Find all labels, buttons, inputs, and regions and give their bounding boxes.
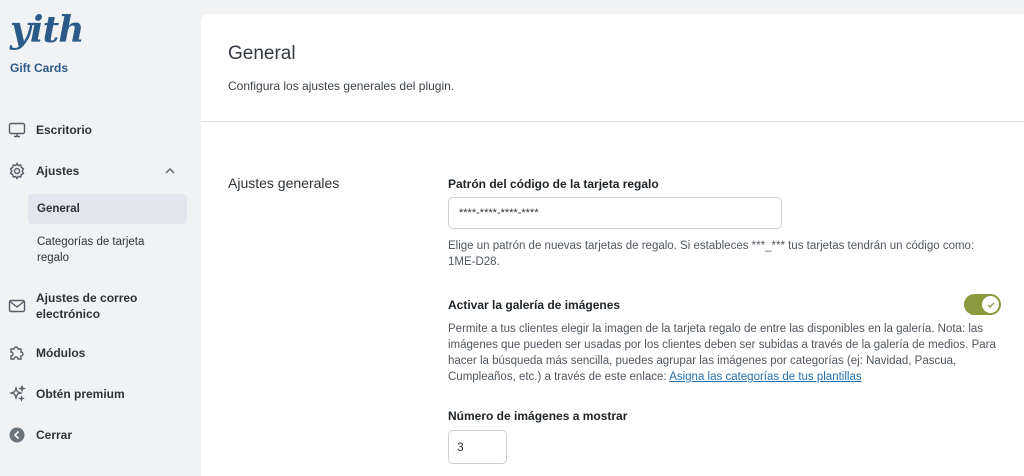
assign-categories-link[interactable]: Asigna las categorías de tus plantillas (669, 371, 861, 383)
sidebar-item-escritorio[interactable]: Escritorio (0, 121, 200, 139)
sidebar-item-label: Ajustes (36, 164, 80, 178)
section-title: Ajustes generales (228, 175, 340, 191)
sidebar-item-correo[interactable]: Ajustes de correo electrónico (0, 290, 200, 322)
submenu-item-label: General (37, 203, 80, 215)
page-subtitle: Configura los ajustes generales del plug… (228, 79, 455, 93)
sidebar-item-premium[interactable]: Obtén premium (0, 385, 200, 403)
logo-text: yith (10, 9, 84, 51)
sidebar-item-ajustes[interactable]: Ajustes (0, 162, 200, 180)
submenu-item-label: Categorías de tarjeta regalo (37, 236, 145, 264)
puzzle-icon (8, 344, 26, 362)
check-icon (987, 301, 994, 308)
gallery-toggle[interactable] (964, 294, 1001, 315)
sidebar-item-cerrar[interactable]: Cerrar (0, 426, 200, 444)
monitor-icon (8, 121, 26, 139)
sidebar-item-label: Escritorio (36, 123, 93, 137)
mail-icon (8, 297, 26, 315)
product-name: Gift Cards (10, 61, 69, 75)
sidebar-item-label: Obtén premium (36, 387, 125, 401)
code-pattern-help: Elige un patrón de nuevas tarjetas de re… (448, 240, 975, 268)
sidebar-item-modulos[interactable]: Módulos (0, 344, 200, 362)
image-count-label: Número de imágenes a mostrar (448, 409, 628, 423)
code-pattern-input[interactable] (448, 197, 782, 229)
sidebar: yith Gift Cards Escritorio Ajustes Gener… (0, 0, 200, 476)
toggle-knob (982, 296, 999, 313)
chevron-up-icon[interactable] (162, 163, 178, 179)
settings-panel: General Configura los ajustes generales … (201, 14, 1024, 476)
submenu-item-categorias[interactable]: Categorías de tarjeta regalo (28, 234, 187, 266)
sidebar-item-label: Módulos (36, 346, 86, 360)
gallery-toggle-label: Activar la galería de imágenes (448, 298, 621, 312)
sparkle-icon (8, 385, 26, 403)
yith-logo[interactable]: yith (10, 9, 84, 51)
code-pattern-label: Patrón del código de la tarjeta regalo (448, 177, 659, 191)
image-count-input[interactable] (448, 430, 507, 464)
divider (201, 121, 1024, 122)
back-arrow-icon (8, 426, 26, 444)
sidebar-item-label: Cerrar (36, 428, 73, 442)
gallery-help: Permite a tus clientes elegir la imagen … (448, 321, 1003, 385)
page-title: General (228, 43, 296, 64)
gear-icon (8, 162, 26, 180)
submenu-item-general[interactable]: General (28, 194, 187, 224)
sidebar-item-label: Ajustes de correo electrónico (36, 291, 138, 321)
